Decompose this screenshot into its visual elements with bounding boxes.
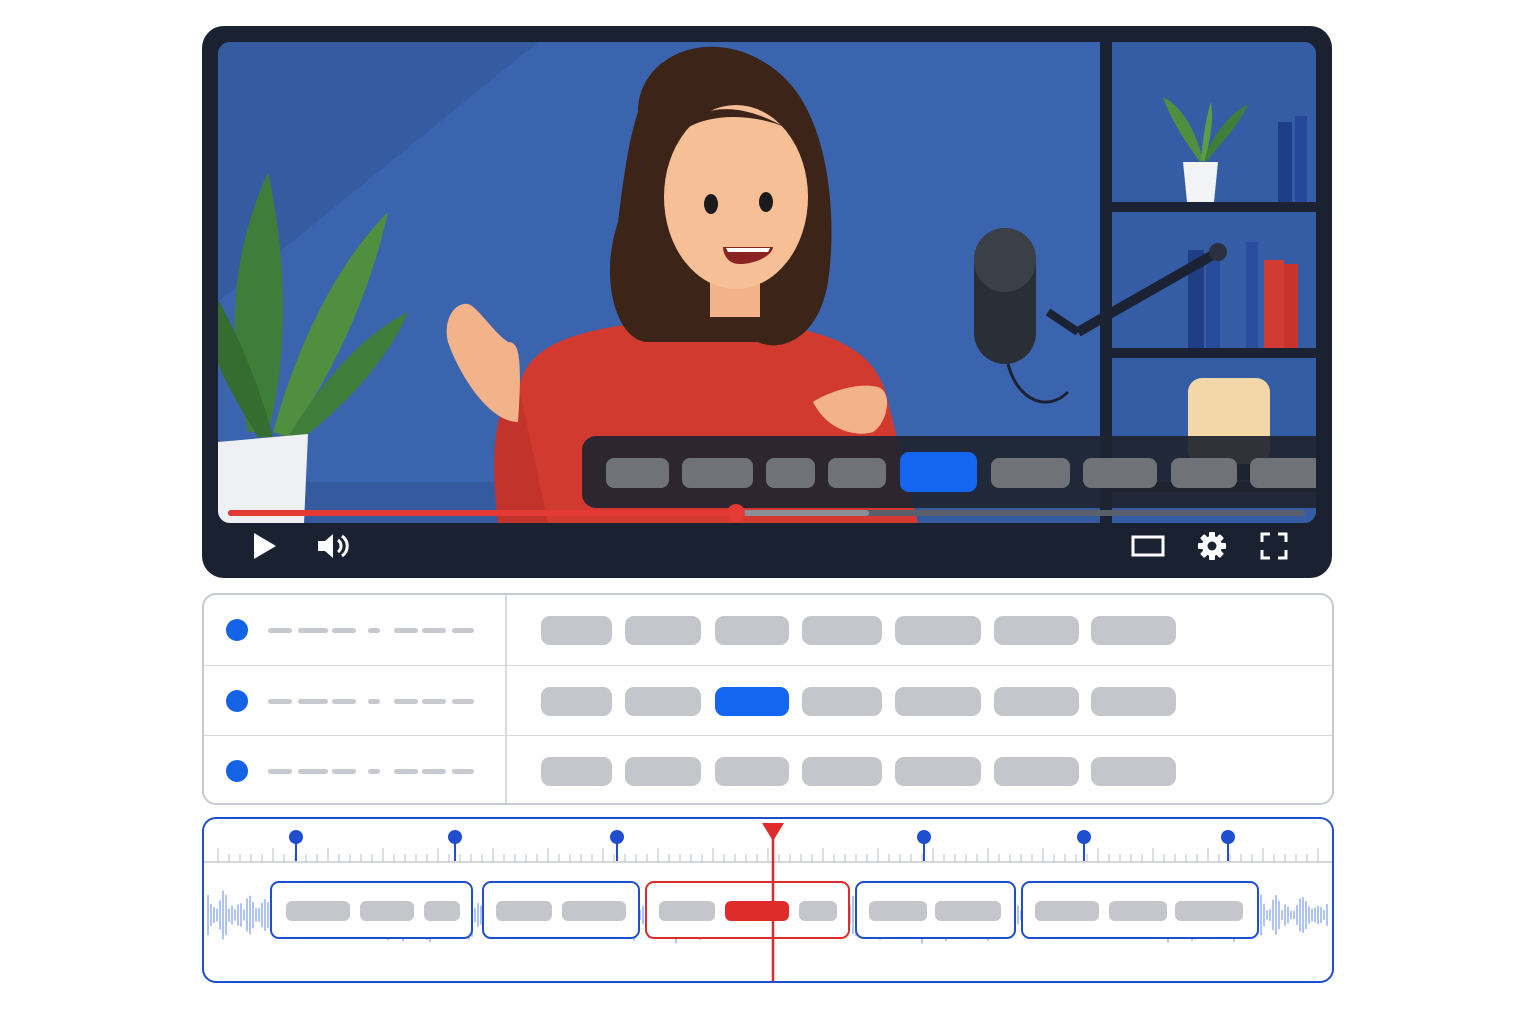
timestamp-placeholder bbox=[422, 769, 446, 774]
timestamp-placeholder bbox=[452, 628, 474, 633]
timestamp-placeholder bbox=[298, 628, 328, 633]
timestamp-placeholder bbox=[368, 769, 380, 774]
timestamp-placeholder bbox=[368, 699, 380, 704]
row-marker-dot bbox=[226, 690, 248, 712]
video-frame[interactable] bbox=[218, 42, 1316, 523]
settings-gear-icon bbox=[1198, 532, 1226, 560]
transcript-list bbox=[202, 593, 1334, 805]
timestamp-placeholder bbox=[394, 628, 418, 633]
timestamp-placeholder bbox=[422, 699, 446, 704]
caption-segment[interactable] bbox=[766, 458, 815, 488]
word-segment[interactable] bbox=[895, 616, 981, 645]
word-segment[interactable] bbox=[541, 687, 612, 716]
caption-segment[interactable] bbox=[682, 458, 753, 488]
word-segment[interactable] bbox=[802, 616, 882, 645]
caption-segment-active[interactable] bbox=[900, 452, 977, 492]
word-segment[interactable] bbox=[802, 757, 882, 786]
timestamp-placeholder bbox=[452, 769, 474, 774]
caption-segment[interactable] bbox=[1083, 458, 1157, 488]
timestamp-placeholder bbox=[452, 699, 474, 704]
word-segment[interactable] bbox=[625, 757, 701, 786]
caption-segment[interactable] bbox=[991, 458, 1070, 488]
word-segment[interactable] bbox=[625, 616, 701, 645]
timestamp-placeholder bbox=[298, 769, 328, 774]
word-segment[interactable] bbox=[541, 616, 612, 645]
word-segment[interactable] bbox=[895, 757, 981, 786]
caption-segment[interactable] bbox=[606, 458, 669, 488]
word-segment[interactable] bbox=[994, 757, 1079, 786]
playhead[interactable] bbox=[204, 819, 1332, 981]
timestamp-placeholder bbox=[394, 769, 418, 774]
video-player bbox=[202, 26, 1332, 578]
word-segment[interactable] bbox=[715, 757, 789, 786]
word-segment[interactable] bbox=[1091, 616, 1176, 645]
timestamp-placeholder bbox=[268, 769, 292, 774]
word-segment[interactable] bbox=[994, 616, 1079, 645]
timestamp-placeholder bbox=[422, 628, 446, 633]
caption-segment[interactable] bbox=[1250, 458, 1316, 488]
fullscreen-button[interactable] bbox=[1256, 528, 1292, 564]
timestamp-placeholder bbox=[394, 699, 418, 704]
word-segment[interactable] bbox=[625, 687, 701, 716]
theater-mode-button[interactable] bbox=[1130, 528, 1166, 564]
transcript-row[interactable] bbox=[204, 665, 1332, 736]
theater-mode-icon bbox=[1131, 535, 1165, 557]
playhead-handle-icon[interactable] bbox=[762, 823, 784, 841]
timestamp-placeholder bbox=[298, 699, 328, 704]
transcript-row[interactable] bbox=[204, 595, 1332, 665]
fullscreen-icon bbox=[1260, 532, 1288, 560]
word-segment[interactable] bbox=[895, 687, 981, 716]
word-segment[interactable] bbox=[994, 687, 1079, 716]
transcript-row[interactable] bbox=[204, 735, 1332, 803]
seek-bar[interactable] bbox=[228, 504, 1305, 522]
word-segment[interactable] bbox=[715, 616, 789, 645]
settings-button[interactable] bbox=[1194, 528, 1230, 564]
word-segment[interactable] bbox=[1091, 687, 1176, 716]
timestamp-placeholder bbox=[332, 769, 356, 774]
row-marker-dot bbox=[226, 619, 248, 641]
timestamp-placeholder bbox=[268, 628, 292, 633]
timestamp-placeholder bbox=[332, 699, 356, 704]
word-segment[interactable] bbox=[1091, 757, 1176, 786]
volume-button[interactable] bbox=[316, 528, 352, 564]
timestamp-placeholder bbox=[332, 628, 356, 633]
word-segment[interactable] bbox=[802, 687, 882, 716]
row-marker-dot bbox=[226, 760, 248, 782]
caption-segment[interactable] bbox=[1171, 458, 1237, 488]
timestamp-placeholder bbox=[368, 628, 380, 633]
caption-segment-bar bbox=[582, 436, 1316, 508]
word-segment-active[interactable] bbox=[715, 687, 789, 716]
timestamp-placeholder bbox=[268, 699, 292, 704]
volume-icon bbox=[318, 534, 349, 558]
word-segment[interactable] bbox=[541, 757, 612, 786]
timeline-editor[interactable] bbox=[202, 817, 1334, 983]
played-bar bbox=[228, 510, 737, 516]
play-button[interactable] bbox=[246, 528, 282, 564]
play-icon bbox=[254, 533, 276, 559]
caption-segment[interactable] bbox=[828, 458, 886, 488]
